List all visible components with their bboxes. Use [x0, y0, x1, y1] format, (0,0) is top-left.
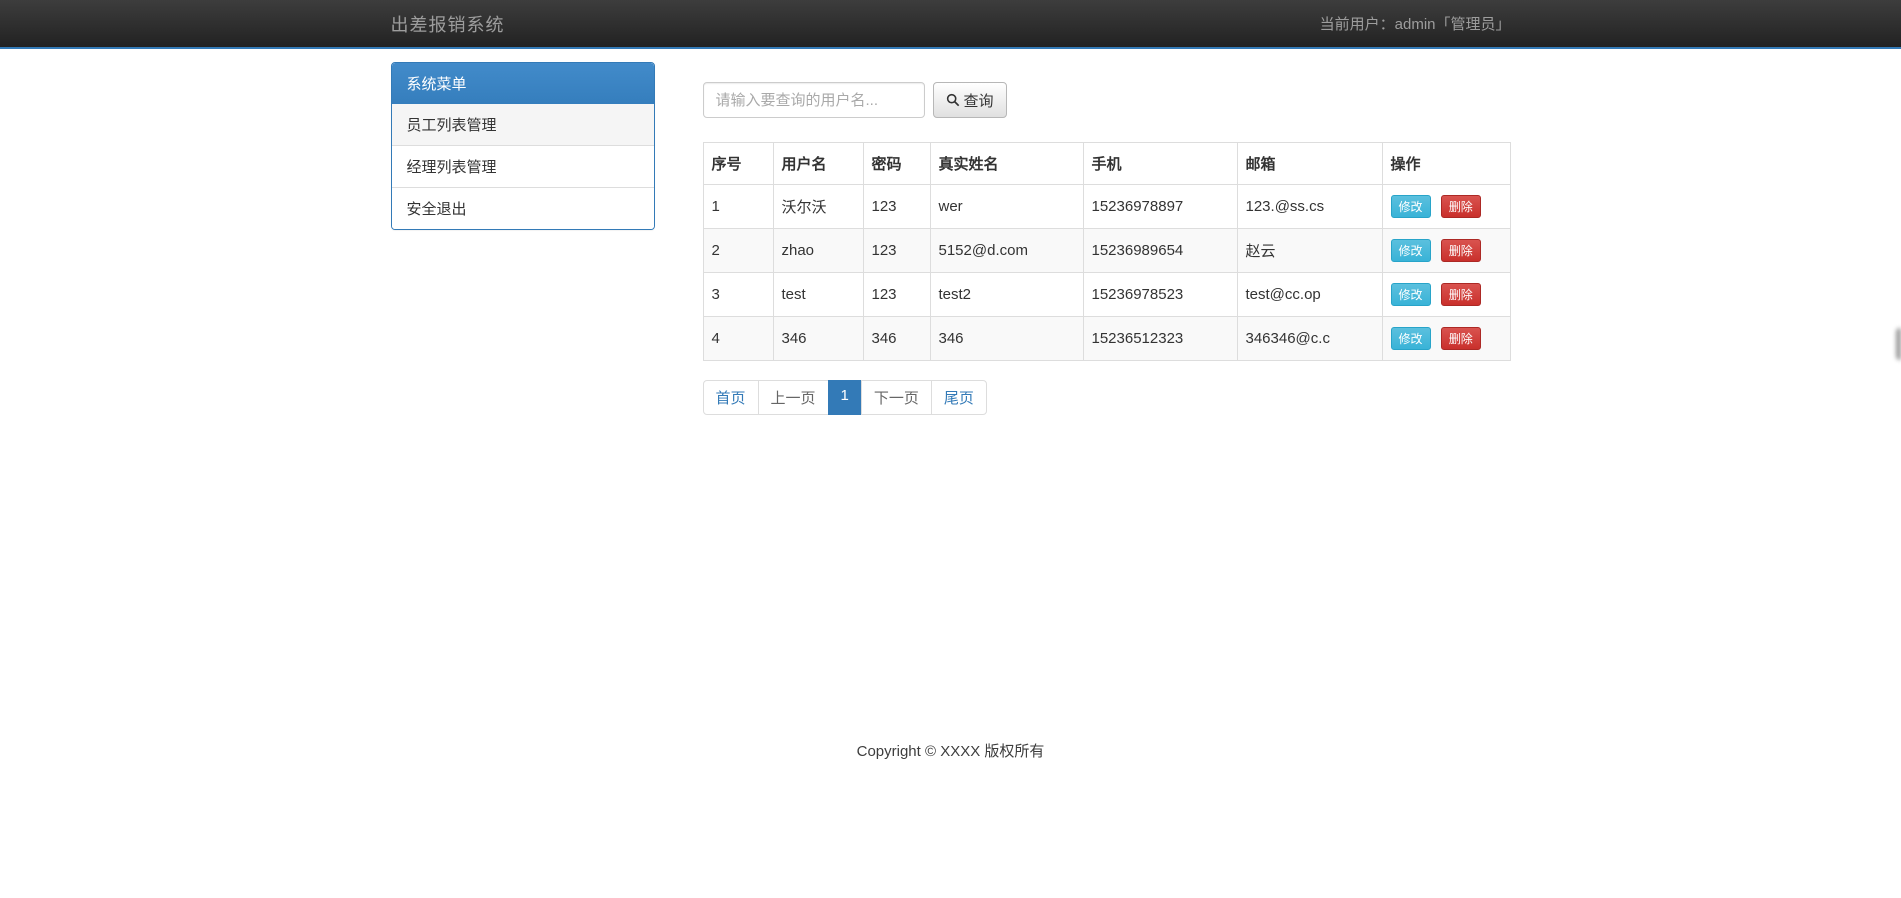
content-area: 查询 序号 用户名 密码 真实姓名 手机 邮箱 操作 1 沃尔沃 123 wer…	[670, 62, 1526, 415]
edit-button[interactable]: 修改	[1390, 239, 1431, 262]
table-header-row: 序号 用户名 密码 真实姓名 手机 邮箱 操作	[702, 142, 1511, 185]
header-phone: 手机	[1082, 142, 1238, 185]
table-row: 4 346 346 346 15236512323 346346@c.c 修改 …	[702, 316, 1511, 361]
cell-no: 2	[702, 228, 774, 273]
app-title[interactable]: 出差报销系统	[391, 11, 505, 37]
pagination: 首页 上一页 1 下一页 尾页	[702, 380, 987, 415]
edit-button[interactable]: 修改	[1390, 283, 1431, 306]
cell-email: test@cc.op	[1236, 272, 1383, 317]
pagination-item[interactable]: 1	[827, 380, 862, 415]
header-realname: 真实姓名	[929, 142, 1084, 185]
cell-phone: 15236978523	[1082, 272, 1238, 317]
table-row: 3 test 123 test2 15236978523 test@cc.op …	[702, 272, 1511, 317]
cell-actions: 修改 删除	[1381, 272, 1511, 317]
top-navbar: 出差报销系统 当前用户：admin「管理员」	[0, 0, 1901, 49]
cell-realname: wer	[929, 184, 1084, 229]
cell-password: 123	[862, 272, 931, 317]
cell-password: 346	[862, 316, 931, 361]
cell-actions: 修改 删除	[1381, 316, 1511, 361]
cell-actions: 修改 删除	[1381, 228, 1511, 273]
sidebar-title: 系统菜单	[391, 63, 654, 104]
table-row: 1 沃尔沃 123 wer 15236978897 123.@ss.cs 修改 …	[702, 184, 1511, 229]
header-no: 序号	[702, 142, 774, 185]
pagination-item[interactable]: 下一页	[860, 380, 932, 415]
delete-button[interactable]: 删除	[1440, 283, 1481, 306]
search-input[interactable]	[702, 82, 925, 118]
cell-no: 3	[702, 272, 774, 317]
delete-button[interactable]: 删除	[1440, 239, 1481, 262]
cell-phone: 15236989654	[1082, 228, 1238, 273]
header-username: 用户名	[772, 142, 864, 185]
sidebar-menu: 员工列表管理 经理列表管理 安全退出	[391, 104, 654, 229]
current-user-label: 当前用户：admin「管理员」	[1319, 16, 1511, 33]
header-password: 密码	[862, 142, 931, 185]
cell-username: test	[772, 272, 864, 317]
delete-button[interactable]: 删除	[1440, 195, 1481, 218]
cell-email: 赵云	[1236, 228, 1383, 273]
footer-copyright: Copyright © XXXX 版权所有	[856, 743, 1045, 760]
edit-button[interactable]: 修改	[1390, 327, 1431, 350]
scrollbar-thumb[interactable]	[1896, 328, 1901, 360]
search-icon	[946, 93, 959, 107]
search-bar: 查询	[702, 82, 1511, 118]
cell-username: zhao	[772, 228, 864, 273]
cell-actions: 修改 删除	[1381, 184, 1511, 229]
search-button-label: 查询	[963, 92, 994, 110]
cell-username: 沃尔沃	[772, 184, 864, 229]
sidebar-menu-item[interactable]: 员工列表管理	[391, 104, 654, 145]
cell-email: 346346@c.c	[1236, 316, 1383, 361]
table-row: 2 zhao 123 5152@d.com 15236989654 赵云 修改 …	[702, 228, 1511, 273]
cell-phone: 15236512323	[1082, 316, 1238, 361]
user-table: 序号 用户名 密码 真实姓名 手机 邮箱 操作 1 沃尔沃 123 wer 15…	[702, 142, 1511, 361]
cell-no: 1	[702, 184, 774, 229]
cell-realname: 5152@d.com	[929, 228, 1084, 273]
edit-button[interactable]: 修改	[1390, 195, 1431, 218]
system-menu-panel: 系统菜单 员工列表管理 经理列表管理 安全退出	[390, 62, 655, 230]
cell-username: 346	[772, 316, 864, 361]
cell-phone: 15236978897	[1082, 184, 1238, 229]
header-actions: 操作	[1381, 142, 1511, 185]
cell-password: 123	[862, 184, 931, 229]
sidebar-menu-item[interactable]: 安全退出	[391, 187, 654, 229]
cell-realname: 346	[929, 316, 1084, 361]
cell-no: 4	[702, 316, 774, 361]
sidebar: 系统菜单 员工列表管理 经理列表管理 安全退出	[376, 62, 670, 415]
sidebar-menu-item[interactable]: 经理列表管理	[391, 145, 654, 187]
main-container: 系统菜单 员工列表管理 经理列表管理 安全退出 查询 序号 用户名	[376, 62, 1526, 415]
cell-realname: test2	[929, 272, 1084, 317]
pagination-item[interactable]: 尾页	[930, 380, 987, 415]
search-button[interactable]: 查询	[932, 82, 1007, 118]
cell-email: 123.@ss.cs	[1236, 184, 1383, 229]
cell-password: 123	[862, 228, 931, 273]
header-email: 邮箱	[1236, 142, 1383, 185]
pagination-item[interactable]: 首页	[702, 380, 759, 415]
pagination-item[interactable]: 上一页	[757, 380, 829, 415]
delete-button[interactable]: 删除	[1440, 327, 1481, 350]
